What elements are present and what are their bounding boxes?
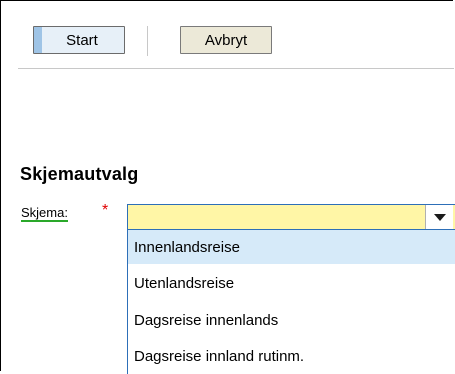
dropdown-option-dagsreise-innland-rutinm[interactable]: Dagsreise innland rutinm. [128, 339, 455, 373]
chevron-down-icon [433, 213, 446, 221]
toolbar-divider [18, 68, 454, 69]
skjema-label: Skjema: [21, 205, 68, 222]
dropdown-option-dagsreise-innenlands[interactable]: Dagsreise innenlands [128, 303, 455, 337]
option-label: Dagsreise innland rutinm. [134, 347, 305, 365]
skjema-select[interactable] [127, 204, 455, 230]
option-label: Utenlandsreise [134, 274, 235, 292]
skjema-label-text: Skjema: [21, 205, 68, 222]
skjema-dropdown-list: Innenlandsreise Utenlandsreise Dagsreise… [127, 230, 455, 374]
required-marker: * [102, 202, 109, 219]
start-button[interactable]: Start [33, 26, 125, 54]
dropdown-option-utenlandsreise[interactable]: Utenlandsreise [128, 266, 455, 300]
option-label: Dagsreise innenlands [134, 311, 279, 329]
option-label: Innenlandsreise [134, 238, 240, 256]
toolbar-separator [147, 26, 148, 56]
dropdown-option-innenlandsreise[interactable]: Innenlandsreise [128, 230, 455, 264]
toolbar: Start Avbryt [18, 26, 454, 56]
cancel-button-label: Avbryt [204, 31, 248, 49]
dropdown-toggle-button[interactable] [425, 205, 453, 229]
cancel-button[interactable]: Avbryt [180, 26, 272, 54]
page-frame: Start Avbryt Skjemautvalg Skjema: * Inne… [0, 0, 455, 374]
section-title: Skjemautvalg [20, 164, 139, 184]
start-button-label: Start [66, 31, 98, 49]
